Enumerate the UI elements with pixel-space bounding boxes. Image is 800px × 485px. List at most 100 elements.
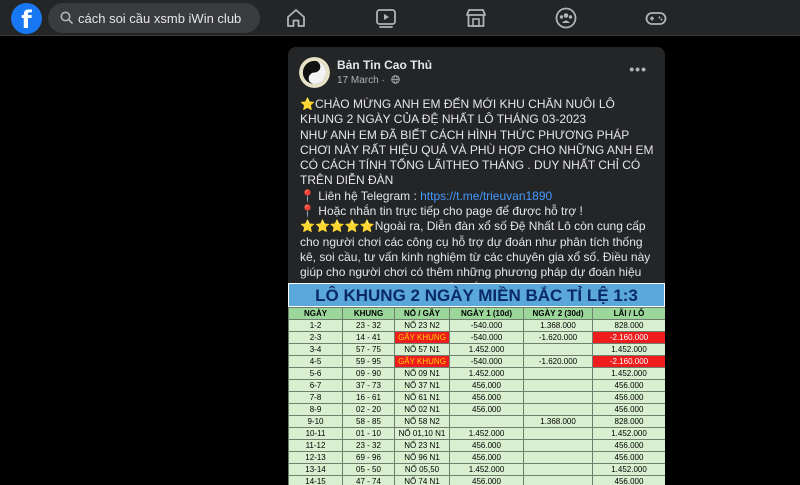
table-cell: -2.160.000 bbox=[592, 355, 665, 368]
facebook-logo[interactable]: f bbox=[11, 3, 42, 34]
table-cell: -2.160.000 bbox=[592, 331, 665, 344]
table-title: LÔ KHUNG 2 NGÀY MIỀN BẮC TỈ LỆ 1:3 bbox=[288, 283, 665, 307]
table-cell: 1.452.000 bbox=[592, 427, 665, 440]
results-table: NGÀY KHUNG NỔ / GÃY NGÀY 1 (10d) NGÀY 2 … bbox=[288, 307, 665, 485]
table-row: 8-9 02 - 20 NỔ 02 N1 456.000 456.000 bbox=[288, 403, 665, 416]
post-date: 17 March bbox=[337, 75, 379, 86]
table-cell: 828.000 bbox=[592, 415, 665, 428]
table-body: 1-2 23 - 32 NỔ 23 N2 -540.000 1.368.000 828.0… bbox=[288, 319, 665, 485]
table-header-row: NGÀY KHUNG NỔ / GÃY NGÀY 1 (10d) NGÀY 2 … bbox=[288, 307, 665, 320]
table-cell: 1.368.000 bbox=[523, 415, 593, 428]
home-icon[interactable] bbox=[284, 6, 308, 30]
table-cell: 23 - 32 bbox=[342, 319, 395, 332]
table-cell: NỔ 01,10 N1 bbox=[394, 427, 450, 440]
groups-icon[interactable] bbox=[554, 6, 578, 30]
table-cell: 456.000 bbox=[449, 379, 524, 392]
table-row: 13-14 05 - 50 NỔ 05,50 1.452.000 1.452.000 bbox=[288, 463, 665, 476]
table-cell: 456.000 bbox=[592, 439, 665, 452]
results-table-image[interactable]: LÔ KHUNG 2 NGÀY MIỀN BẮC TỈ LỆ 1:3 NGÀY … bbox=[288, 283, 665, 485]
contact-line: 📍 Liên hệ Telegram : https://t.me/trieuv… bbox=[300, 189, 655, 204]
search-icon bbox=[60, 11, 73, 24]
table-cell bbox=[523, 367, 593, 380]
header-khung: KHUNG bbox=[342, 307, 395, 320]
table-cell: 456.000 bbox=[592, 475, 665, 485]
inbox-line: 📍 Hoặc nhắn tin trực tiếp cho page để đư… bbox=[300, 204, 583, 219]
video-icon[interactable] bbox=[374, 6, 398, 30]
table-cell: 02 - 20 bbox=[342, 403, 395, 416]
table-cell: -540.000 bbox=[449, 355, 524, 368]
table-cell: 2-3 bbox=[288, 331, 343, 344]
table-cell: NỔ 05,50 bbox=[394, 463, 450, 476]
table-cell: 1.452.000 bbox=[592, 463, 665, 476]
table-cell: NỔ 57 N1 bbox=[394, 343, 450, 356]
table-cell: 37 - 73 bbox=[342, 379, 395, 392]
table-cell: 58 - 85 bbox=[342, 415, 395, 428]
table-cell: NỔ 23 N1 bbox=[394, 439, 450, 452]
table-cell: NỔ 23 N2 bbox=[394, 319, 450, 332]
table-cell: 9-10 bbox=[288, 415, 343, 428]
table-cell: 1.452.000 bbox=[449, 463, 524, 476]
header-no-gay: NỔ / GÃY bbox=[394, 307, 450, 320]
table-cell: 47 - 74 bbox=[342, 475, 395, 485]
table-cell: 10-11 bbox=[288, 427, 343, 440]
table-cell: 11-12 bbox=[288, 439, 343, 452]
table-row: 11-12 23 - 32 NỔ 23 N1 456.000 456.000 bbox=[288, 439, 665, 452]
table-row: 9-10 58 - 85 NỔ 58 N2 1.368.000 828.000 bbox=[288, 415, 665, 428]
table-cell bbox=[523, 403, 593, 416]
table-cell: 3-4 bbox=[288, 343, 343, 356]
table-row: 2-3 14 - 41 GÃY KHUNG -540.000 -1.620.000 -2.… bbox=[288, 331, 665, 344]
table-row: 4-5 59 - 95 GÃY KHUNG -540.000 -1.620.000 -2.… bbox=[288, 355, 665, 368]
table-cell: 23 - 32 bbox=[342, 439, 395, 452]
table-cell: 456.000 bbox=[592, 403, 665, 416]
table-cell: 5-6 bbox=[288, 367, 343, 380]
table-cell: NỔ 61 N1 bbox=[394, 391, 450, 404]
table-cell: GÃY KHUNG bbox=[394, 355, 450, 368]
gaming-icon[interactable] bbox=[644, 6, 668, 30]
table-cell: 8-9 bbox=[288, 403, 343, 416]
table-cell: 1.452.000 bbox=[449, 427, 524, 440]
table-cell: 456.000 bbox=[592, 379, 665, 392]
post-timestamp[interactable]: 17 March · bbox=[337, 75, 400, 86]
search-box[interactable] bbox=[48, 3, 260, 33]
table-cell: 13-14 bbox=[288, 463, 343, 476]
table-cell: 16 - 61 bbox=[342, 391, 395, 404]
table-cell: 828.000 bbox=[592, 319, 665, 332]
table-row: 10-11 01 - 10 NỔ 01,10 N1 1.452.000 1.452.00… bbox=[288, 427, 665, 440]
table-cell: NỔ 02 N1 bbox=[394, 403, 450, 416]
table-cell: 14 - 41 bbox=[342, 331, 395, 344]
table-cell bbox=[523, 439, 593, 452]
table-cell: 1.368.000 bbox=[523, 319, 593, 332]
marketplace-icon[interactable] bbox=[464, 6, 488, 30]
table-cell bbox=[523, 463, 593, 476]
search-input[interactable] bbox=[78, 3, 254, 33]
table-cell: -540.000 bbox=[449, 331, 524, 344]
table-cell: 6-7 bbox=[288, 379, 343, 392]
table-cell: -1.620.000 bbox=[523, 355, 593, 368]
table-cell: GÃY KHUNG bbox=[394, 331, 450, 344]
table-row: 14-15 47 - 74 NỔ 74 N1 456.000 456.000 bbox=[288, 475, 665, 485]
table-cell: -540.000 bbox=[449, 319, 524, 332]
post-card: Bản Tin Cao Thủ 17 March · ••• ⭐CHÀO MỪN… bbox=[288, 47, 665, 485]
table-cell: NỔ 09 N1 bbox=[394, 367, 450, 380]
header-ngay-2: NGÀY 2 (30d) bbox=[523, 307, 593, 320]
table-cell bbox=[523, 427, 593, 440]
page-avatar[interactable] bbox=[299, 57, 330, 88]
table-row: 5-6 09 - 90 NỔ 09 N1 1.452.000 1.452.000 bbox=[288, 367, 665, 380]
telegram-link[interactable]: https://t.me/trieuvan1890 bbox=[420, 189, 552, 203]
header-ngay: NGÀY bbox=[288, 307, 343, 320]
post-intro-text: ⭐CHÀO MỪNG ANH EM ĐẾN MỚI KHU CHĂN NUÔI … bbox=[300, 97, 654, 188]
table-cell: 1.452.000 bbox=[592, 343, 665, 356]
table-cell: NỔ 37 N1 bbox=[394, 379, 450, 392]
header-ngay-1: NGÀY 1 (10d) bbox=[449, 307, 524, 320]
table-cell bbox=[523, 475, 593, 485]
table-cell: 456.000 bbox=[449, 439, 524, 452]
post-author[interactable]: Bản Tin Cao Thủ bbox=[337, 58, 432, 72]
table-cell: 456.000 bbox=[449, 475, 524, 485]
table-cell: 09 - 90 bbox=[342, 367, 395, 380]
table-cell: 456.000 bbox=[449, 403, 524, 416]
table-cell: 4-5 bbox=[288, 355, 343, 368]
post-options-icon[interactable]: ••• bbox=[629, 61, 647, 77]
top-navigation-bar: f bbox=[0, 0, 800, 36]
table-cell bbox=[523, 451, 593, 464]
table-cell: NỔ 96 N1 bbox=[394, 451, 450, 464]
